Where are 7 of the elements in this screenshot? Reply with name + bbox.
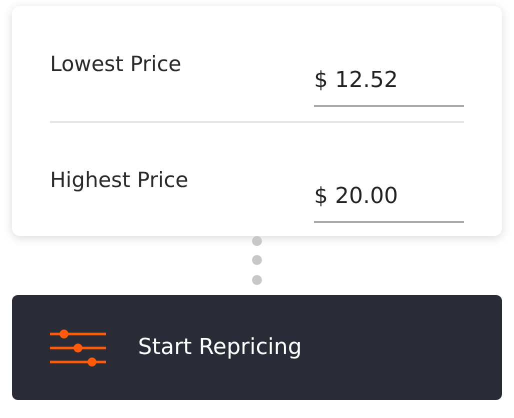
sliders-icon [50,328,106,368]
price-field[interactable]: $ 12.52 [314,50,464,107]
field-label: Highest Price [50,168,188,192]
start-repricing-button[interactable]: Start Repricing [12,295,502,400]
field-label: Lowest Price [50,52,182,76]
price-field[interactable]: $ 20.00 [314,166,464,223]
dots-icon [252,236,262,286]
